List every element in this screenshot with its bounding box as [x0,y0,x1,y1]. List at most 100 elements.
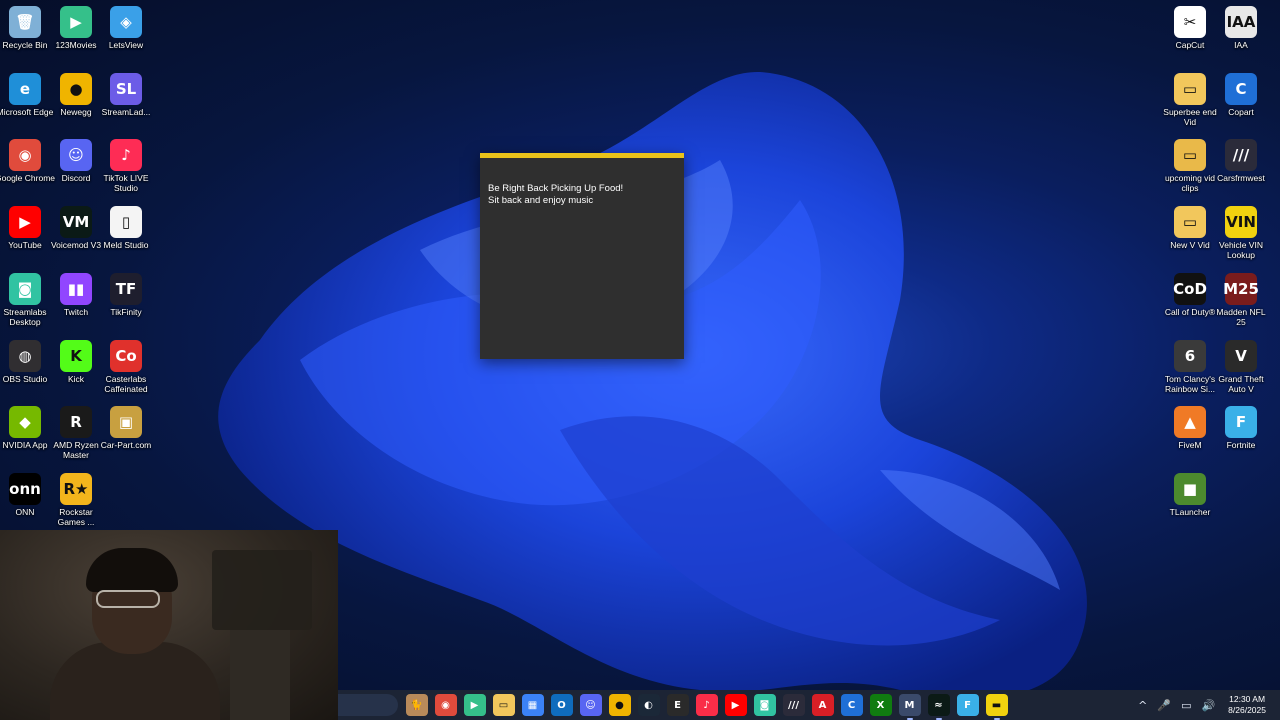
desktop-icon[interactable]: ▭ Superbee end Vid [1163,72,1217,127]
copart-icon: C [1225,72,1257,105]
store-icon[interactable]: ▦ [521,694,544,716]
desktop-icon[interactable]: ● Newegg [51,72,101,117]
desktop-icon[interactable]: ☺ Discord [51,139,101,183]
discord-icon: ☺ [60,139,92,172]
desktop-icon[interactable]: ◈ LetsView [101,6,151,50]
taskbar-search[interactable] [338,694,398,716]
rockstar-icon: R★ [60,472,92,505]
desktop-icon[interactable]: C Copart [1216,72,1266,117]
onn-icon: onn [9,472,41,505]
desktop-icon[interactable]: 6 Tom Clancy's Rainbow Si... [1165,339,1215,394]
desktop-icon-label: IAA [1234,40,1248,50]
webcam-overlay [0,530,338,720]
meld-studio-icon: ▯ [110,206,142,239]
voicemod-taskbar-icon[interactable]: ≈ [927,694,950,720]
tiktok-live-icon: ♪ [110,139,142,172]
epic-games-icon[interactable]: E [666,694,689,716]
tlauncher-icon: ■ [1174,472,1206,505]
vin-lookup-icon: VIN [1225,206,1257,239]
car-part-icon: ▣ [110,406,142,439]
desktop-icon[interactable]: VM Voicemod V3 [51,206,101,250]
desktop-icon[interactable]: IAA IAA [1216,6,1266,50]
sticky-note[interactable]: Be Right Back Picking Up Food! Sit back … [480,153,684,359]
desktop-icon[interactable]: K Kick [51,339,101,384]
desktop-icon[interactable]: R AMD Ryzen Master [51,406,101,460]
discord-taskbar-icon[interactable]: ☺ [579,694,602,716]
copart-taskbar-icon[interactable]: C [840,694,863,716]
desktop-icon[interactable]: V Grand Theft Auto V [1216,339,1266,394]
desktop-icon[interactable]: ▯ Meld Studio [101,206,151,250]
desktop-icon[interactable]: ▮▮ Twitch [51,272,101,317]
youtube-icon: ▶ [9,206,41,239]
desktop-icon[interactable]: onn ONN [0,472,50,517]
background-cabinet [230,630,290,720]
iaa-icon: IAA [1225,6,1257,38]
desktop-icon[interactable]: F Fortnite [1216,406,1266,450]
desktop-icon[interactable]: ▣ Car-Part.com [101,406,151,450]
xbox-icon[interactable]: X [869,694,892,716]
microphone-icon[interactable]: 🎤 [1157,699,1171,712]
rainbow-six-icon: 6 [1174,339,1206,372]
desktop-icon[interactable]: ◍ OBS Studio [0,339,50,384]
meld-taskbar-icon[interactable]: M [898,694,921,720]
desktop-icon[interactable]: ◙ Streamlabs Desktop [0,272,50,327]
fortnite-icon: F [1225,406,1257,439]
person-glasses [96,590,160,608]
music-icon[interactable]: ♪ [695,694,718,716]
fortnite-taskbar-icon[interactable]: F [956,694,979,716]
clock-time: 12:30 AM [1229,694,1266,704]
person-hair [86,548,178,592]
desktop-icon[interactable]: 🗑 Recycle Bin [0,6,50,50]
desktop-icon-label: Meld Studio [103,240,149,251]
fivem-icon: ▲ [1174,406,1206,439]
letsview-icon: ◈ [110,6,142,38]
desktop-icon[interactable]: TF TikFinity [101,272,151,317]
desktop-icon[interactable]: ▭ New V Vid [1165,206,1215,250]
volume-icon[interactable]: 🔊 [1201,699,1215,712]
desktop-icon-label: LetsView [108,40,144,50]
desktop-icon-label: Casterlabs Caffeinated [104,373,148,394]
desktop-icon[interactable]: M25 Madden NFL 25 [1216,272,1266,327]
recycle-bin-icon: 🗑 [9,6,41,38]
newegg-taskbar-icon[interactable]: ● [608,694,631,716]
123movies-icon: ▶ [60,6,92,38]
desktop-icon[interactable]: ◉ Google Chrome [0,139,55,183]
desktop-icon[interactable]: ✂ CapCut [1165,6,1215,50]
steam-icon[interactable]: ◐ [637,694,660,716]
desktop-icon[interactable]: ◆ NVIDIA App [0,406,50,450]
nvidia-icon: ◆ [9,406,41,439]
carsfrmwest-taskbar-icon[interactable]: /// [782,694,805,716]
desktop-icon[interactable]: e Microsoft Edge [0,72,53,117]
game-bar-icon[interactable]: 🐈 [405,694,428,716]
outlook-icon[interactable]: O [550,694,573,716]
background-shelf [212,550,312,630]
desktop-icon[interactable]: ▶ 123Movies [51,6,101,50]
streamlabs-taskbar-icon[interactable]: ◙ [753,694,776,716]
tikfinity-icon: TF [110,272,142,305]
file-explorer-icon[interactable]: ▭ [492,694,515,716]
desktop-icon-label: Car-Part.com [100,440,152,451]
desktop-icon[interactable]: ♪ TikTok LIVE Studio [101,139,151,193]
iaa-taskbar-icon[interactable]: A [811,694,834,716]
desktop-icon-label: Vehicle VIN Lookup [1219,240,1263,261]
clock[interactable]: 12:30 AM 8/26/2025 [1228,694,1266,716]
desktop-icon[interactable]: ///Carsfrmwest [1216,139,1266,183]
desktop-icon-label: Fortnite [1226,440,1256,451]
desktop-icon[interactable]: SL StreamLad... [101,72,151,117]
voicemod-icon: VM [60,206,92,239]
desktop-icon[interactable]: Co Casterlabs Caffeinated [101,339,151,394]
tray-overflow-chevron-icon[interactable]: ^ [1138,699,1147,712]
sticky-notes-icon[interactable]: ▬ [985,694,1008,720]
desktop-icon[interactable]: ▶ YouTube [0,206,50,250]
desktop-icon[interactable]: ■ TLauncher [1165,472,1215,517]
network-icon[interactable]: ▭ [1181,699,1191,712]
desktop-icon[interactable]: ▲ FiveM [1165,406,1215,450]
youtube-taskbar-icon[interactable]: ▶ [724,694,747,716]
chrome-taskbar-icon[interactable]: ◉ [434,694,457,716]
desktop-icon[interactable]: VIN Vehicle VIN Lookup [1216,206,1266,260]
desktop-icon[interactable]: ▭ upcoming vid clips [1165,139,1215,193]
play-icon[interactable]: ▶ [463,694,486,716]
obs-icon: ◍ [9,339,41,372]
desktop-icon[interactable]: CoD Call of Duty® [1165,272,1215,317]
desktop-icon[interactable]: R★ Rockstar Games ... [51,472,101,527]
